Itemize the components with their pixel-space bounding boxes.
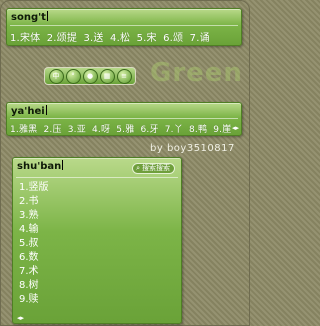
candidate-4[interactable]: 4.松 <box>110 33 130 44</box>
soft-keyboard-icon[interactable]: ▦ <box>99 68 115 84</box>
candidate-1[interactable]: 1.竖版 <box>19 181 49 195</box>
candidate-6[interactable]: 6.牙 <box>140 125 158 135</box>
divider <box>10 118 238 119</box>
candidate-7[interactable]: 7.丫 <box>165 125 183 135</box>
candidate-7[interactable]: 7.术 <box>19 265 49 279</box>
candidate-5[interactable]: 5.宋 <box>137 33 157 44</box>
candidate-list: 1.雅黑 2.压 3.亚 4.呀 5.雅 6.牙 7.丫 8.鸭 9.崖 <box>10 122 234 135</box>
candidate-6[interactable]: 6.颂 <box>163 33 183 44</box>
candidate-9[interactable]: 9.赎 <box>19 293 49 307</box>
page-arrows-icon[interactable]: ◂▸ <box>232 124 239 132</box>
candidate-9[interactable]: 9.崖 <box>213 125 231 135</box>
pinyin-composition: ya'hei <box>11 105 47 117</box>
text-caret <box>45 105 47 115</box>
candidate-2[interactable]: 2.压 <box>43 125 61 135</box>
candidate-5[interactable]: 5.雅 <box>116 125 134 135</box>
search-button[interactable]: ⌕ 搜索搜索 <box>132 163 175 174</box>
text-caret <box>46 11 48 21</box>
pinyin-composition: song't <box>11 11 48 23</box>
candidate-3[interactable]: 3.亚 <box>68 125 86 135</box>
pinyin-text: song't <box>11 12 46 23</box>
pinyin-composition: shu'ban <box>17 160 64 172</box>
candidate-1[interactable]: 1.宋体 <box>10 33 40 44</box>
search-button-label: 搜索搜索 <box>142 164 170 172</box>
search-icon: ⌕ <box>136 164 140 172</box>
skin-name-watermark: Green <box>150 58 243 88</box>
divider <box>16 177 178 178</box>
candidate-list-vertical: 1.竖版 2.书 3.熟 4.输 5.叔 6.数 7.术 8.树 9.赎 <box>19 181 49 307</box>
candidate-7[interactable]: 7.诵 <box>190 33 210 44</box>
punctuation-icon[interactable]: ° <box>65 68 81 84</box>
candidate-4[interactable]: 4.输 <box>19 223 49 237</box>
candidate-2[interactable]: 2.颂提 <box>47 33 77 44</box>
candidate-3[interactable]: 3.送 <box>83 33 103 44</box>
candidate-1[interactable]: 1.雅黑 <box>10 125 37 135</box>
candidate-panel-horizontal: song't 1.宋体 2.颂提 3.送 4.松 5.宋 6.颂 7.诵 <box>6 8 242 46</box>
candidate-5[interactable]: 5.叔 <box>19 237 49 251</box>
candidate-8[interactable]: 8.树 <box>19 279 49 293</box>
candidate-8[interactable]: 8.鸭 <box>189 125 207 135</box>
ime-status-toolbar: 中 ° ● ▦ ≡ <box>44 67 136 85</box>
menu-icon[interactable]: ≡ <box>116 68 132 84</box>
text-caret <box>62 160 64 170</box>
candidate-2[interactable]: 2.书 <box>19 195 49 209</box>
candidate-6[interactable]: 6.数 <box>19 251 49 265</box>
divider <box>10 25 238 26</box>
candidate-4[interactable]: 4.呀 <box>92 125 110 135</box>
pinyin-text: ya'hei <box>11 106 45 117</box>
candidate-list: 1.宋体 2.颂提 3.送 4.松 5.宋 6.颂 7.诵 <box>10 29 213 44</box>
author-credit: by boy3510817 <box>150 143 235 154</box>
page-arrows-icon[interactable]: ◂▸ <box>17 314 24 322</box>
candidate-panel-compact: ya'hei 1.雅黑 2.压 3.亚 4.呀 5.雅 6.牙 7.丫 8.鸭 … <box>6 102 242 136</box>
candidate-panel-vertical: shu'ban ⌕ 搜索搜索 1.竖版 2.书 3.熟 4.输 5.叔 6.数 … <box>12 157 182 324</box>
candidate-3[interactable]: 3.熟 <box>19 209 49 223</box>
pinyin-text: shu'ban <box>17 161 62 172</box>
chinese-mode-icon[interactable]: 中 <box>48 68 64 84</box>
full-width-icon[interactable]: ● <box>82 68 98 84</box>
